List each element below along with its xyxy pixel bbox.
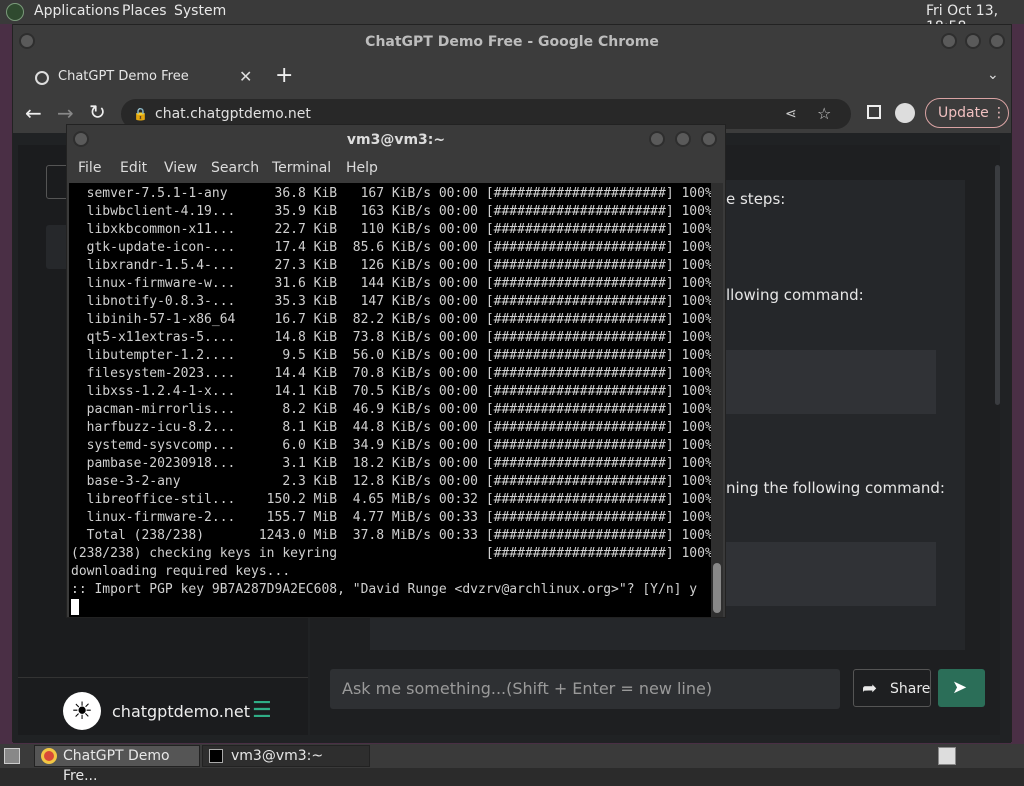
share-icon[interactable]: ⋖ xyxy=(785,99,797,129)
taskbar-terminal-label: vm3@vm3:~ xyxy=(231,748,324,764)
terminal-window: vm3@vm3:~ File Edit View Search Terminal… xyxy=(66,124,726,618)
send-icon: ➤ xyxy=(952,677,968,698)
applications-menu[interactable]: Applications xyxy=(34,3,120,19)
terminal-menu-file[interactable]: File xyxy=(78,160,101,176)
terminal-text: semver-7.5.1-1-any 36.8 KiB 167 KiB/s 00… xyxy=(71,186,713,597)
distro-logo-icon[interactable] xyxy=(6,3,24,21)
tab-search-chevron-icon[interactable]: ⌄ xyxy=(987,67,999,83)
new-tab-icon[interactable]: + xyxy=(275,63,293,88)
message-fragment-2: llowing command: xyxy=(726,286,864,304)
send-button[interactable]: ➤ xyxy=(938,669,985,707)
terminal-menu-edit[interactable]: Edit xyxy=(120,160,147,176)
profile-avatar-icon[interactable] xyxy=(895,103,915,123)
places-menu[interactable]: Places xyxy=(122,3,167,19)
hamburger-menu-icon[interactable]: ☰ xyxy=(252,698,272,723)
share-arrow-icon: ➦ xyxy=(862,678,878,699)
taskbar-item-terminal[interactable]: vm3@vm3:~ xyxy=(202,745,370,767)
chrome-titlebar[interactable]: ChatGPT Demo Free - Google Chrome xyxy=(13,25,1011,59)
share-button[interactable]: ➦ Share xyxy=(853,669,931,707)
globe-icon xyxy=(35,71,49,85)
terminal-cursor xyxy=(71,599,79,615)
taskbar: ChatGPT Demo Fre... vm3@vm3:~ xyxy=(0,744,1024,784)
sidebar-footer: ☀ chatgptdemo.net ☰ xyxy=(18,677,308,736)
system-menu[interactable]: System xyxy=(174,3,226,19)
terminal-close-button[interactable] xyxy=(701,131,717,147)
terminal-title: vm3@vm3:~ xyxy=(346,132,446,148)
bookmark-star-icon[interactable]: ☆ xyxy=(817,99,831,129)
maximize-button[interactable] xyxy=(965,33,981,49)
page-scrollbar[interactable] xyxy=(995,165,1000,405)
terminal-menu-view[interactable]: View xyxy=(164,160,197,176)
top-panel: Applications Places System Fri Oct 13, 1… xyxy=(0,0,1024,35)
ask-input[interactable]: Ask me something...(Shift + Enter = new … xyxy=(330,669,840,709)
side-panel-icon[interactable] xyxy=(867,105,881,119)
terminal-scroll-thumb[interactable] xyxy=(713,563,721,613)
tab-strip: ChatGPT Demo Free ✕ + ⌄ xyxy=(13,59,1011,97)
terminal-menu-terminal[interactable]: Terminal xyxy=(272,160,331,176)
update-label: Update xyxy=(938,105,989,121)
share-label: Share xyxy=(890,681,931,697)
show-desktop-icon[interactable] xyxy=(4,748,20,764)
message-fragment-3: ning the following command: xyxy=(726,479,945,497)
terminal-menu-help[interactable]: Help xyxy=(346,160,378,176)
minimize-button[interactable] xyxy=(941,33,957,49)
terminal-menu-search[interactable]: Search xyxy=(211,160,259,176)
terminal-scrollbar[interactable] xyxy=(711,183,723,617)
taskbar-item-chrome[interactable]: ChatGPT Demo Fre... xyxy=(34,745,200,784)
workspace-switcher-icon[interactable] xyxy=(938,747,956,765)
terminal-menu-button[interactable] xyxy=(73,131,89,147)
code-block-2 xyxy=(726,542,936,606)
back-arrow-icon[interactable]: ← xyxy=(25,101,42,125)
tab-close-icon[interactable]: ✕ xyxy=(239,67,252,86)
terminal-icon xyxy=(209,749,223,763)
brand-name[interactable]: chatgptdemo.net xyxy=(112,702,250,721)
reload-icon[interactable]: ↻ xyxy=(89,100,106,124)
sun-logo-icon: ☀ xyxy=(63,692,101,730)
code-block-1 xyxy=(726,350,936,414)
terminal-titlebar[interactable]: vm3@vm3:~ xyxy=(67,125,725,155)
window-title: ChatGPT Demo Free - Google Chrome xyxy=(365,34,659,50)
window-menu-button[interactable] xyxy=(19,33,35,49)
terminal-maximize-button[interactable] xyxy=(675,131,691,147)
tab-title: ChatGPT Demo Free xyxy=(58,69,189,84)
chrome-icon xyxy=(41,748,57,764)
message-fragment-1: e steps: xyxy=(726,190,786,208)
kebab-menu-icon[interactable]: ⋮ xyxy=(992,99,1006,127)
close-button[interactable] xyxy=(989,33,1005,49)
tab-chatgpt-demo[interactable]: ChatGPT Demo Free ✕ xyxy=(23,59,263,97)
terminal-menubar: File Edit View Search Terminal Help xyxy=(67,155,725,183)
update-button[interactable]: Update ⋮ xyxy=(925,98,1009,128)
terminal-minimize-button[interactable] xyxy=(649,131,665,147)
taskbar-chrome-label: ChatGPT Demo Fre... xyxy=(63,748,170,784)
terminal-output[interactable]: semver-7.5.1-1-any 36.8 KiB 167 KiB/s 00… xyxy=(69,183,713,617)
forward-arrow-icon[interactable]: → xyxy=(57,101,74,125)
